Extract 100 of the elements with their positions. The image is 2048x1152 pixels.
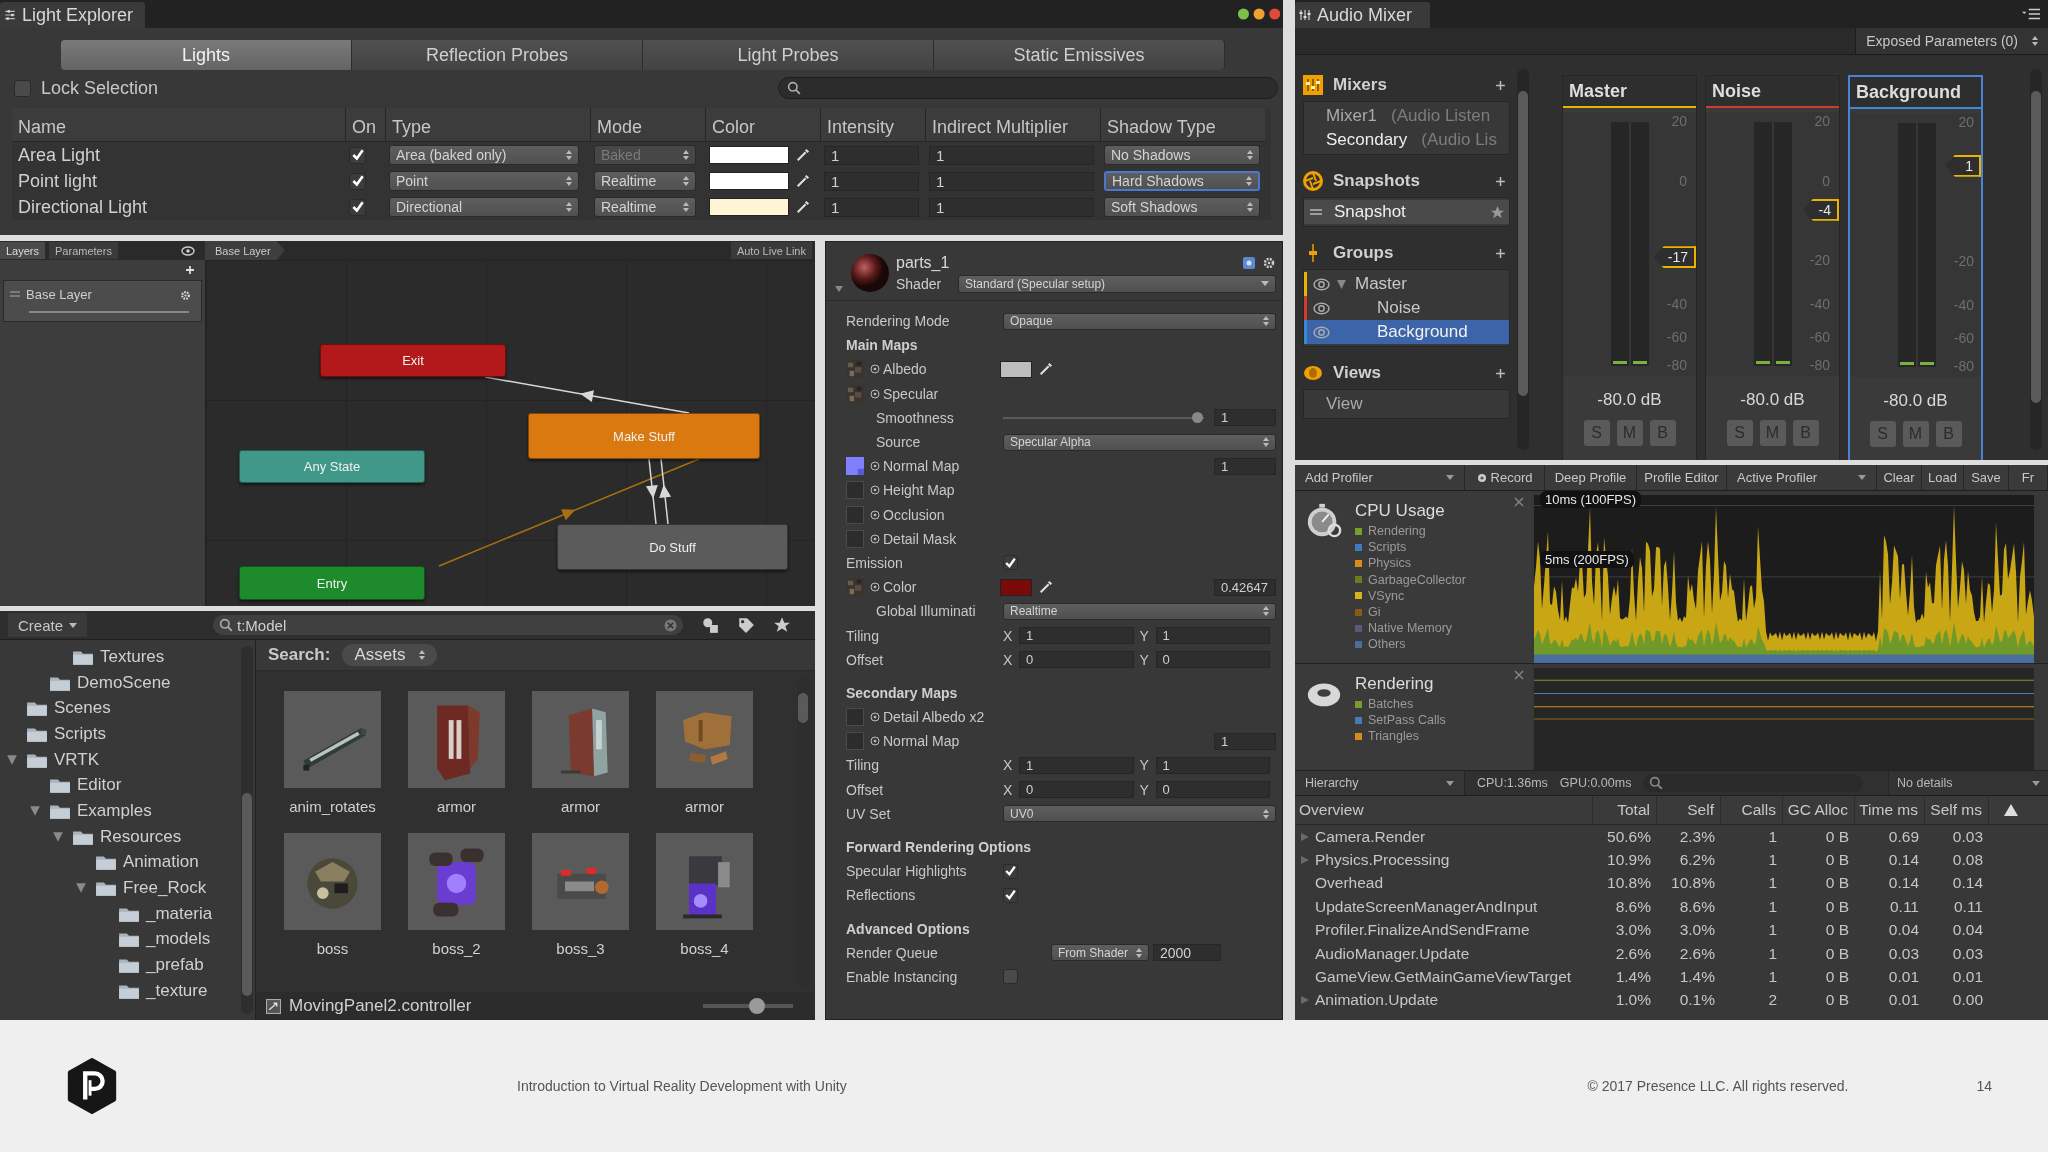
legend-swatch[interactable] [1355, 700, 1362, 708]
expand-arrow-icon[interactable] [75, 882, 87, 895]
value-field[interactable]: 1 [1214, 409, 1276, 427]
help-icon[interactable] [1242, 255, 1256, 270]
asset-name[interactable]: anim_rotates [289, 798, 376, 815]
toolbar-button[interactable]: Clear [1877, 465, 1922, 490]
texture-icon[interactable] [846, 360, 864, 379]
toolbar-button[interactable]: Active Profiler [1727, 465, 1877, 490]
layer-item[interactable]: Base Layer [3, 280, 202, 322]
render-queue-dropdown[interactable]: From Shader [1051, 944, 1149, 962]
menu-icon[interactable] [2022, 8, 2040, 20]
tab[interactable]: Light Probes [643, 40, 934, 70]
target-icon[interactable] [870, 582, 880, 593]
y-field[interactable]: 1 [1155, 627, 1270, 645]
breadcrumb-tab[interactable]: Base Layer [205, 241, 285, 260]
window-buttons-icon[interactable] [1237, 7, 1283, 21]
exposed-parameters-dropdown[interactable]: Exposed Parameters (0) [1855, 28, 2048, 54]
eyedropper-icon[interactable] [795, 199, 811, 215]
star-icon[interactable] [773, 616, 792, 634]
asset-name[interactable]: boss_4 [680, 940, 729, 957]
fader-handle[interactable]: 1 [1945, 154, 1981, 177]
column-header[interactable]: Type [392, 117, 432, 138]
eyedropper-icon[interactable] [1038, 361, 1054, 378]
column-header[interactable]: Self [1657, 796, 1721, 824]
checkbox[interactable] [349, 146, 366, 164]
eye-icon[interactable] [1313, 301, 1330, 315]
asset-name[interactable]: boss [316, 940, 349, 957]
legend-swatch[interactable] [1355, 543, 1362, 551]
folder-name[interactable]: VRTK [54, 749, 100, 770]
legend-swatch[interactable] [1355, 640, 1362, 648]
color-swatch[interactable] [1000, 578, 1032, 596]
rendering-graph[interactable] [1534, 668, 2034, 770]
checkbox[interactable] [349, 172, 366, 190]
target-icon[interactable] [870, 485, 880, 496]
property-dropdown[interactable]: Opaque [1003, 312, 1276, 330]
legend-swatch[interactable] [1355, 716, 1362, 724]
fader-handle[interactable]: -17 [1653, 246, 1696, 269]
property-dropdown[interactable]: Realtime [1003, 602, 1276, 620]
add-icon[interactable] [185, 265, 195, 275]
expand-arrow-icon[interactable] [1300, 855, 1310, 866]
eye-icon[interactable] [181, 245, 195, 256]
checkbox[interactable] [1003, 969, 1018, 985]
value-field[interactable]: 0.42647 [1214, 578, 1276, 596]
folder-name[interactable]: Resources [100, 826, 182, 847]
gear-icon[interactable] [1262, 255, 1276, 270]
expand-arrow-icon[interactable] [6, 753, 18, 766]
legend-label[interactable]: Others [1368, 637, 1406, 652]
state-machine-canvas[interactable]: Exit Make Stuff Any State Do Stuff Entry [206, 260, 815, 606]
folder-name[interactable]: _texture [146, 980, 208, 1001]
shadow-type-dropdown[interactable]: Hard Shadows [1104, 171, 1260, 191]
x-field[interactable]: 0 [1019, 651, 1134, 669]
folder-name[interactable]: Scripts [54, 723, 106, 744]
target-icon[interactable] [870, 533, 880, 544]
tab[interactable]: Layers [0, 242, 46, 259]
value-field[interactable]: 1 [1214, 732, 1276, 750]
search-field[interactable]: t:Model [213, 615, 684, 635]
type-dropdown[interactable]: Directional [389, 197, 579, 217]
tab[interactable]: Reflection Probes [352, 40, 643, 70]
folder-name[interactable]: Free_Rock [123, 878, 207, 899]
search-field[interactable] [778, 77, 1278, 99]
legend-swatch[interactable] [1355, 576, 1362, 584]
fader-track[interactable]: 20 -20 -40 -60 -80 1 [1850, 113, 1981, 377]
state-node[interactable]: Entry [239, 566, 425, 600]
toolbar-button[interactable]: Add Profiler [1295, 465, 1465, 490]
checkbox[interactable] [1003, 887, 1018, 903]
clear-icon[interactable] [664, 618, 678, 632]
legend-label[interactable]: Batches [1368, 697, 1414, 712]
add-icon[interactable] [1495, 367, 1506, 379]
property-dropdown[interactable]: Specular Alpha [1003, 433, 1276, 451]
color-swatch[interactable] [709, 172, 789, 190]
eyedropper-icon[interactable] [795, 173, 811, 189]
close-icon[interactable] [1514, 670, 1524, 680]
indirect-multiplier-field[interactable]: 1 [929, 197, 1094, 217]
column-header[interactable]: Self ms [1925, 796, 1989, 824]
shadow-type-dropdown[interactable]: Soft Shadows [1104, 197, 1260, 217]
toolbar-button[interactable]: Save [1964, 465, 2009, 490]
type-dropdown[interactable]: Point [389, 171, 579, 191]
color-swatch[interactable] [709, 146, 789, 164]
create-button[interactable]: Create [8, 613, 88, 637]
target-icon[interactable] [870, 712, 880, 723]
mode-dropdown[interactable]: Realtime [594, 171, 696, 191]
target-icon[interactable] [870, 364, 880, 375]
transition-arrow[interactable] [659, 458, 672, 525]
color-swatch[interactable] [1000, 360, 1032, 378]
type-dropdown[interactable]: Area (baked only) [389, 145, 579, 165]
column-header[interactable]: Time ms [1855, 796, 1925, 824]
fader-track[interactable]: 20 0 -20 -40 -60 -80 -4 [1706, 112, 1839, 376]
scrollbar[interactable] [241, 646, 253, 1014]
x-field[interactable]: 0 [1019, 781, 1134, 799]
value-field[interactable]: 1 [1214, 457, 1276, 475]
normal-map-icon[interactable] [846, 457, 864, 476]
close-icon[interactable] [1514, 497, 1524, 507]
transition-arrow[interactable] [645, 458, 658, 525]
expand-arrow-icon[interactable] [1336, 278, 1347, 290]
texture-icon[interactable] [846, 384, 864, 403]
add-icon[interactable] [1495, 79, 1506, 91]
column-header[interactable]: Name [18, 117, 66, 138]
legend-label[interactable]: Scripts [1368, 540, 1407, 555]
mode-dropdown[interactable]: Realtime [594, 197, 696, 217]
y-field[interactable]: 0 [1155, 651, 1270, 669]
